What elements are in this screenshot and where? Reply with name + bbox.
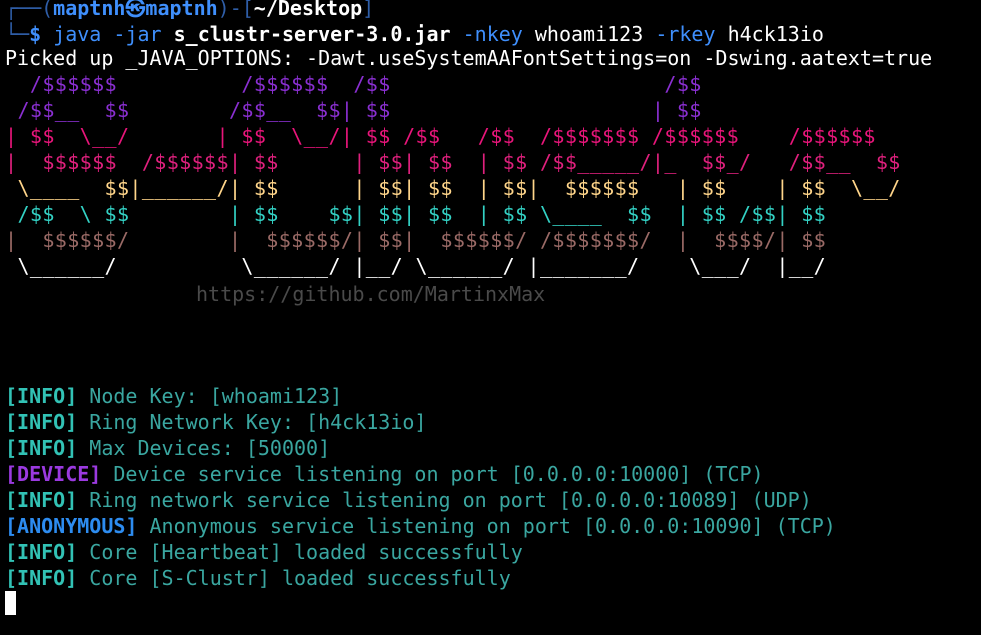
banner-row-1: /$$$$$$ /$$$$$$ /$$ /$$	[5, 72, 702, 96]
log-line: [INFO] Core [Heartbeat] loaded successfu…	[5, 539, 523, 565]
command-nkey-value: whoami123	[534, 22, 644, 46]
banner-row-4: | $$$$$$ /$$$$$$| $$ | $$| $$ | $$ /$$__…	[5, 150, 901, 174]
command-line: └─$ java -jar s_clustr-server-3.0.jar -n…	[5, 21, 824, 47]
log-line: [ANONYMOUS] Anonymous service listening …	[5, 513, 836, 539]
command-rkey-value: h4ck13io	[727, 22, 824, 46]
log-message: Anonymous service listening on port [0.0…	[149, 514, 836, 538]
command-flag-jar: -jar	[113, 22, 162, 46]
banner-row-8: \______/ \______/ |__/ \______/ |_______…	[5, 254, 827, 278]
banner-row-3: | $$ \__/ | $$ \__/| $$ /$$ /$$ /$$$$$$$…	[5, 124, 876, 148]
java-options-line: Picked up _JAVA_OPTIONS: -Dawt.useSystem…	[5, 46, 933, 70]
prompt-frame-mid: )-[	[217, 0, 254, 20]
log-tag: [INFO]	[5, 488, 78, 512]
banner-row-6: /$$ \ $$ | $$ $$| $$| $$ | $$ \____ $$ |…	[5, 202, 827, 226]
prompt-user-host: maptnh㉿maptnh	[53, 0, 218, 20]
terminal-cursor[interactable]	[5, 591, 16, 615]
banner-row-7: | $$$$$$/ | $$$$$$/| $$| $$$$$$/ /$$$$$$…	[5, 228, 827, 252]
log-message: Device service listening on port [0.0.0.…	[113, 462, 764, 486]
command-jar-file: s_clustr-server-3.0.jar	[173, 22, 451, 46]
log-message: Node Key: [whoami123]	[89, 384, 343, 408]
log-tag-device: [DEVICE]	[5, 462, 102, 486]
log-message: Core [Heartbeat] loaded successfully	[89, 540, 523, 564]
log-tag: [INFO]	[5, 436, 78, 460]
prompt-frame-end: ]	[362, 0, 375, 20]
log-tag: [INFO]	[5, 566, 78, 590]
log-message: Core [S-Clustr] loaded successfully	[89, 566, 511, 590]
log-line: [INFO] Ring Network Key: [h4ck13io]	[5, 409, 426, 435]
log-message: Ring network service listening on port […	[89, 488, 812, 512]
prompt-frame-top: ┌──(	[5, 0, 54, 20]
log-line: [INFO] Core [S-Clustr] loaded successful…	[5, 565, 511, 591]
log-line: [DEVICE] Device service listening on por…	[5, 461, 764, 487]
log-message: Ring Network Key: [h4ck13io]	[89, 410, 427, 434]
log-line: [INFO] Node Key: [whoami123]	[5, 383, 342, 409]
command-name: java	[53, 22, 102, 46]
command-flag-nkey: -nkey	[462, 22, 523, 46]
log-tag: [INFO]	[5, 410, 78, 434]
prompt-header: ┌──(maptnh㉿maptnh)-[~/Desktop]	[5, 0, 374, 21]
banner-row-2: /$$__ $$ /$$__ $$| $$ | $$	[5, 98, 702, 122]
prompt-path: ~/Desktop	[253, 0, 363, 20]
log-message: Max Devices: [50000]	[89, 436, 331, 460]
log-line: [INFO] Max Devices: [50000]	[5, 435, 330, 461]
github-watermark: https://github.com/MartinxMax	[196, 282, 546, 306]
terminal-window[interactable]: ┌──(maptnh㉿maptnh)-[~/Desktop] └─$ java …	[0, 0, 981, 635]
command-flag-rkey: -rkey	[655, 22, 716, 46]
banner-row-5: \____ $$|______/| $$ | $$| $$ | $$| $$$$…	[5, 176, 901, 200]
log-tag-anonymous: [ANONYMOUS]	[5, 514, 138, 538]
prompt-frame-bottom: └─	[5, 22, 30, 46]
log-tag: [INFO]	[5, 384, 78, 408]
log-tag: [INFO]	[5, 540, 78, 564]
log-line: [INFO] Ring network service listening on…	[5, 487, 812, 513]
prompt-symbol: $	[29, 22, 42, 46]
